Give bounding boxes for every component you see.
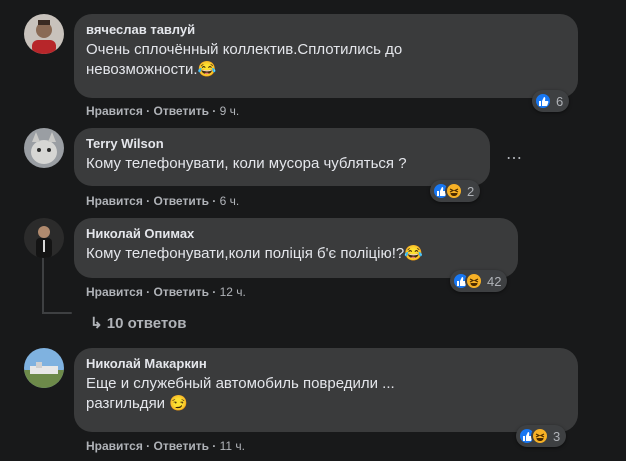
comment-text: Кому телефонувати,коли поліція б'є поліц…	[86, 245, 423, 262]
avatar[interactable]	[24, 14, 64, 54]
avatar-photo-icon	[24, 14, 64, 54]
reaction-count: 3	[553, 428, 561, 444]
comment-time[interactable]: 6 ч.	[220, 194, 240, 208]
reactions-badge[interactable]: 3	[516, 425, 567, 447]
comment-text: невозможности.😂	[86, 61, 217, 78]
like-button[interactable]: Нравится	[86, 439, 143, 453]
comment-actions: Нравится · Ответить · 11 ч.	[86, 438, 245, 454]
separator: ·	[142, 194, 154, 208]
thread-line	[42, 256, 44, 314]
haha-reaction-icon	[445, 182, 463, 200]
separator: ·	[208, 194, 220, 208]
comment-bubble: Terry Wilson Кому телефонувати, коли мус…	[74, 128, 490, 186]
reply-button[interactable]: Ответить	[154, 439, 209, 453]
avatar-photo-icon	[24, 218, 64, 258]
view-replies-link[interactable]: ↳ 10 ответов	[90, 314, 186, 332]
comment-author[interactable]: Terry Wilson	[86, 136, 478, 152]
like-button[interactable]: Нравится	[86, 194, 143, 208]
separator: ·	[208, 439, 220, 453]
like-reaction-icon	[534, 92, 552, 110]
reply-button[interactable]: Ответить	[154, 285, 209, 299]
thread-line-branch	[42, 312, 72, 314]
more-options-icon[interactable]: ⋯	[506, 148, 523, 168]
avatar[interactable]	[24, 348, 64, 388]
clipped-actions	[90, 0, 93, 6]
avatar-photo-icon	[24, 348, 64, 388]
reaction-count: 6	[556, 93, 564, 109]
comment-actions: Нравится · Ответить · 12 ч.	[86, 284, 246, 300]
like-button[interactable]: Нравится	[86, 104, 143, 118]
comment-text: Еще и служебный автомобиль повредили ...	[86, 375, 395, 392]
comment-text: Кому телефонувати, коли мусора чубляться…	[86, 155, 407, 172]
comment-author[interactable]: Николай Макаркин	[86, 356, 566, 372]
separator: ·	[142, 439, 154, 453]
reply-button[interactable]: Ответить	[154, 104, 209, 118]
comment-text: Очень сплочённый коллектив.Сплотились до	[86, 41, 403, 58]
reaction-count: 2	[467, 183, 475, 199]
comment-author[interactable]: Николай Опимах	[86, 226, 506, 242]
comment-bubble: вячеслав тавлуй Очень сплочённый коллект…	[74, 14, 578, 98]
separator: ·	[208, 285, 220, 299]
separator: ·	[142, 104, 154, 118]
comment-actions: Нравится · Ответить · 6 ч.	[86, 193, 239, 209]
haha-reaction-icon	[465, 272, 483, 290]
like-button[interactable]: Нравится	[86, 285, 143, 299]
reactions-badge[interactable]: 2	[430, 180, 481, 202]
comment-bubble: Николай Макаркин Еще и служебный автомоб…	[74, 348, 578, 432]
avatar[interactable]	[24, 218, 64, 258]
comment-actions: Нравится · Ответить · 9 ч.	[86, 103, 239, 119]
separator: ·	[142, 285, 154, 299]
comment-time[interactable]: 12 ч.	[220, 285, 246, 299]
comment-text: разгильдяи 😏	[86, 395, 188, 412]
haha-reaction-icon	[531, 427, 549, 445]
avatar[interactable]	[24, 128, 64, 168]
comment-bubble: Николай Опимах Кому телефонувати,коли по…	[74, 218, 518, 278]
reply-button[interactable]: Ответить	[154, 194, 209, 208]
comment-time[interactable]: 9 ч.	[220, 104, 240, 118]
comment-time[interactable]: 11 ч.	[220, 439, 245, 453]
reaction-count: 42	[487, 273, 502, 289]
comment-author[interactable]: вячеслав тавлуй	[86, 22, 566, 38]
reactions-badge[interactable]: 6	[532, 90, 570, 112]
avatar-photo-icon	[24, 128, 64, 168]
separator: ·	[208, 104, 220, 118]
reactions-badge[interactable]: 42	[450, 270, 508, 292]
